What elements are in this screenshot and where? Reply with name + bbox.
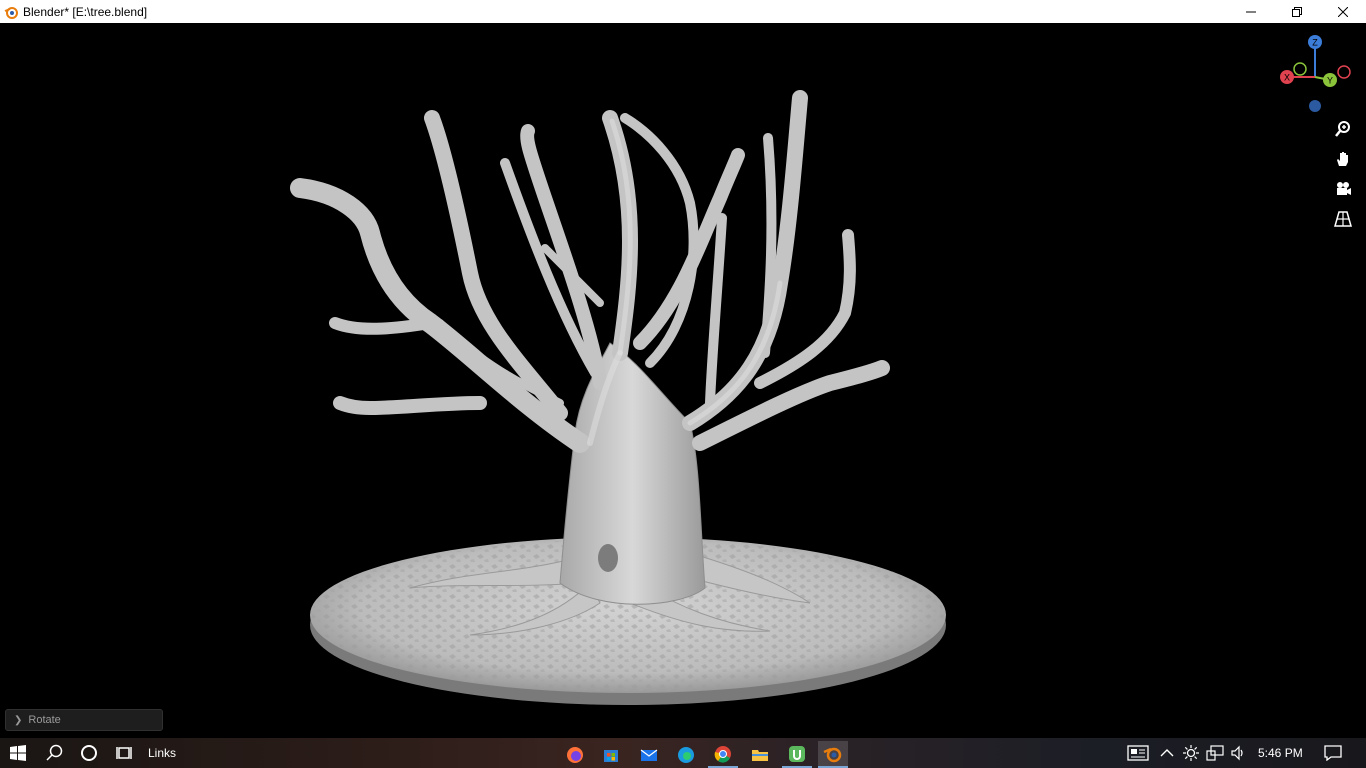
operator-label: Rotate <box>28 714 61 726</box>
edge-icon <box>678 746 694 763</box>
file-explorer-icon <box>752 749 768 761</box>
start-button[interactable] <box>0 738 36 768</box>
perspective-toggle-button[interactable] <box>1332 208 1354 230</box>
camera-icon <box>1337 182 1351 195</box>
blender-icon <box>823 747 842 762</box>
close-icon <box>1338 6 1348 17</box>
news-icon <box>1127 745 1149 761</box>
grid-perspective-icon <box>1334 211 1352 227</box>
3d-viewport[interactable]: Z X Y ❯ Rotate <box>0 23 1366 738</box>
hand-pan-icon <box>1337 152 1348 166</box>
restore-icon <box>1292 6 1302 17</box>
network-button[interactable] <box>1204 738 1226 768</box>
brightness-icon <box>1183 745 1199 761</box>
firefox-icon <box>567 746 583 763</box>
zoom-button[interactable] <box>1332 118 1354 140</box>
minimize-button[interactable] <box>1228 0 1274 23</box>
notification-icon <box>1324 745 1342 761</box>
cortana-icon <box>81 745 97 761</box>
volume-icon <box>1231 745 1243 761</box>
gizmo-y-label: Y <box>1327 76 1333 86</box>
brightness-button[interactable] <box>1180 738 1202 768</box>
taskbar-store[interactable] <box>596 741 626 768</box>
taskbar-chrome[interactable] <box>708 741 738 768</box>
chevron-up-icon <box>1160 749 1174 757</box>
chevron-right-icon: ❯ <box>14 714 23 726</box>
minimize-icon <box>1246 11 1256 12</box>
taskbar-file-explorer[interactable] <box>745 741 775 768</box>
utorrent-icon <box>789 745 805 762</box>
links-toolbar[interactable]: Links <box>148 738 176 768</box>
windows-start-icon <box>10 745 26 761</box>
news-button[interactable] <box>1124 738 1152 768</box>
show-hidden-icons-button[interactable] <box>1156 738 1178 768</box>
camera-view-button[interactable] <box>1332 178 1354 200</box>
gizmo-neg-x[interactable] <box>1337 65 1351 79</box>
taskbar-utorrent[interactable] <box>782 741 812 768</box>
action-center-button[interactable] <box>1318 738 1348 768</box>
tree-model <box>290 90 946 705</box>
taskbar-firefox[interactable] <box>560 741 590 768</box>
store-icon <box>604 749 618 762</box>
window-title: Blender* [E:\tree.blend] <box>23 4 148 19</box>
task-view-button[interactable] <box>108 738 142 768</box>
pan-button[interactable] <box>1332 148 1354 170</box>
blender-logo-icon <box>4 6 18 19</box>
zoom-icon <box>1335 121 1350 137</box>
gizmo-neg-z[interactable] <box>1309 100 1321 112</box>
close-button[interactable] <box>1320 0 1366 23</box>
taskbar: Links 5:46 PM <box>0 738 1366 768</box>
cortana-button[interactable] <box>72 738 106 768</box>
taskbar-clock[interactable]: 5:46 PM <box>1258 738 1303 768</box>
taskbar-mail[interactable] <box>634 741 664 768</box>
taskbar-edge[interactable] <box>671 741 701 768</box>
restore-button[interactable] <box>1274 0 1320 23</box>
gizmo-x-label: X <box>1284 73 1290 83</box>
title-bar: Blender* [E:\tree.blend] <box>0 0 1366 23</box>
search-icon <box>46 744 63 761</box>
task-view-icon <box>116 747 132 759</box>
gizmo-neg-y[interactable] <box>1293 62 1307 76</box>
network-icon <box>1206 745 1224 761</box>
taskbar-blender[interactable] <box>818 741 848 768</box>
gizmo-z-label: Z <box>1312 38 1318 48</box>
volume-button[interactable] <box>1228 738 1250 768</box>
last-operator-panel[interactable]: ❯ Rotate <box>5 709 163 731</box>
chrome-icon <box>714 745 731 763</box>
mail-icon <box>640 749 658 761</box>
navigation-gizmo[interactable]: Z X Y <box>1275 32 1357 114</box>
search-button[interactable] <box>38 738 72 768</box>
